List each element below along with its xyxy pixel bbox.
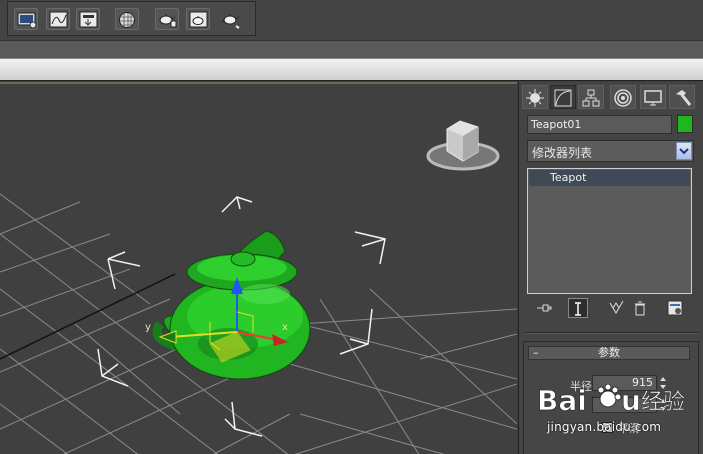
modifier-list-dropdown[interactable]: 修改器列表 — [527, 140, 694, 162]
remove-modifier-button[interactable] — [630, 298, 650, 318]
curve-editor-icon — [49, 11, 68, 28]
main-toolbar — [0, 0, 703, 40]
pin-stack-button[interactable] — [534, 298, 554, 318]
world-axis-line — [0, 273, 176, 360]
render-setup-button[interactable] — [155, 8, 179, 30]
svg-text:u: u — [621, 384, 641, 417]
modifier-stack[interactable]: Teapot — [527, 168, 692, 294]
trash-icon — [635, 301, 645, 316]
make-unique-button[interactable] — [607, 298, 627, 318]
y-axis-label: y — [145, 322, 151, 333]
quick-render-button[interactable] — [218, 8, 242, 30]
parameters-rollout-header[interactable]: – 参数 — [528, 346, 690, 360]
configure-modifier-sets-button[interactable] — [665, 298, 685, 318]
show-end-result-button[interactable] — [568, 298, 588, 318]
rendered-frame-window-icon — [189, 11, 208, 28]
layer-manager-button[interactable] — [14, 8, 38, 30]
object-name-field[interactable]: Teapot01 — [527, 115, 672, 134]
quick-render-icon — [221, 14, 240, 29]
material-editor-button[interactable] — [115, 8, 139, 30]
toolbar-group — [7, 1, 256, 36]
stack-item-teapot[interactable]: Teapot — [529, 170, 690, 186]
pin-icon — [537, 304, 552, 312]
svg-text:Bai: Bai — [537, 384, 587, 417]
material-editor-icon — [119, 12, 135, 28]
parameters-title: 参数 — [598, 346, 620, 359]
viewcube[interactable] — [426, 120, 500, 171]
layer-manager-icon — [17, 12, 37, 29]
viewport-header-bar — [0, 58, 703, 81]
end-result-icon — [575, 302, 581, 316]
hierarchy-icon — [582, 89, 600, 107]
motion-icon — [614, 89, 632, 107]
tab-utilities[interactable] — [669, 85, 695, 109]
tab-create[interactable] — [522, 85, 548, 109]
schematic-view-button[interactable] — [76, 8, 100, 30]
make-unique-icon — [609, 300, 624, 314]
perspective-viewport[interactable]: x y — [0, 82, 517, 454]
svg-text:经验: 经验 — [641, 390, 685, 415]
baidu-jingyan-watermark-logo: Bai u 经验 — [537, 383, 685, 417]
schematic-view-icon — [79, 11, 98, 28]
render-setup-icon — [159, 14, 177, 28]
toolbar-strip — [0, 40, 703, 58]
x-axis-label: x — [282, 322, 288, 333]
curve-editor-button[interactable] — [46, 8, 70, 30]
object-color-swatch[interactable] — [677, 115, 693, 133]
tab-motion[interactable] — [610, 85, 636, 109]
tab-display[interactable] — [640, 85, 666, 109]
viewport-scene: x y — [0, 120, 517, 454]
create-sun-icon — [526, 89, 544, 107]
watermark-url: jingyan.baidu.com — [547, 420, 662, 434]
modifier-list-label: 修改器列表 — [532, 146, 593, 160]
panel-separator — [524, 332, 699, 334]
utilities-hammer-icon — [676, 90, 691, 106]
tab-modify[interactable] — [550, 85, 576, 109]
modify-curve-icon — [554, 89, 572, 107]
display-monitor-icon — [644, 90, 662, 106]
configure-icon — [667, 300, 683, 316]
tab-hierarchy[interactable] — [578, 85, 604, 109]
chevron-down-icon[interactable] — [676, 142, 692, 160]
rendered-frame-window-button[interactable] — [186, 8, 210, 30]
